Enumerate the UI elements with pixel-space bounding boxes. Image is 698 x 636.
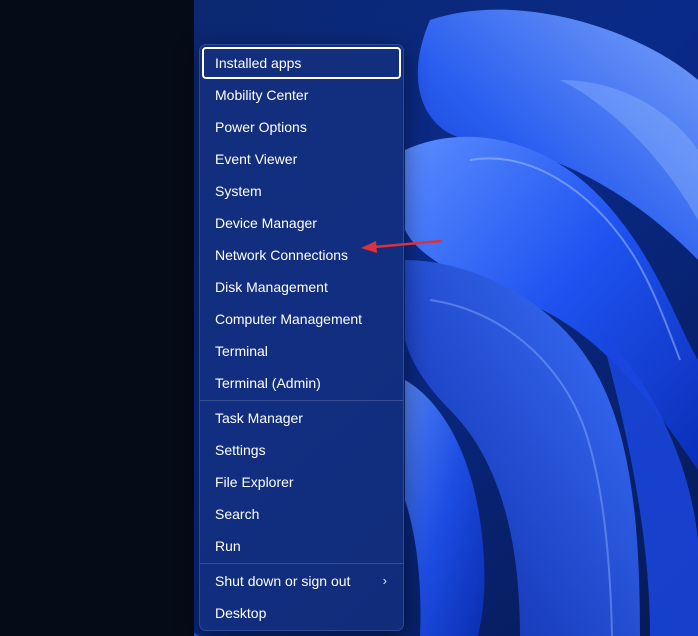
menu-item-disk-management[interactable]: Disk Management — [202, 271, 401, 303]
menu-separator — [200, 563, 403, 564]
menu-item-run[interactable]: Run — [202, 530, 401, 562]
menu-item-system[interactable]: System — [202, 175, 401, 207]
menu-item-label: Shut down or sign out — [215, 573, 351, 589]
menu-item-device-manager[interactable]: Device Manager — [202, 207, 401, 239]
menu-item-shut-down-or-sign-out[interactable]: Shut down or sign out › — [202, 565, 401, 597]
menu-item-task-manager[interactable]: Task Manager — [202, 402, 401, 434]
menu-item-power-options[interactable]: Power Options — [202, 111, 401, 143]
menu-item-settings[interactable]: Settings — [202, 434, 401, 466]
screen: Installed apps Mobility Center Power Opt… — [0, 0, 698, 636]
menu-item-event-viewer[interactable]: Event Viewer — [202, 143, 401, 175]
menu-item-network-connections[interactable]: Network Connections — [202, 239, 401, 271]
quick-link-menu: Installed apps Mobility Center Power Opt… — [199, 44, 404, 631]
menu-item-installed-apps[interactable]: Installed apps — [202, 47, 401, 79]
chevron-right-icon: › — [382, 573, 387, 588]
menu-item-terminal[interactable]: Terminal — [202, 335, 401, 367]
menu-separator — [200, 400, 403, 401]
menu-item-file-explorer[interactable]: File Explorer — [202, 466, 401, 498]
menu-item-desktop[interactable]: Desktop — [202, 597, 401, 629]
menu-item-search[interactable]: Search — [202, 498, 401, 530]
menu-item-mobility-center[interactable]: Mobility Center — [202, 79, 401, 111]
menu-item-computer-management[interactable]: Computer Management — [202, 303, 401, 335]
menu-item-terminal-admin[interactable]: Terminal (Admin) — [202, 367, 401, 399]
left-dark-pane — [0, 0, 194, 636]
